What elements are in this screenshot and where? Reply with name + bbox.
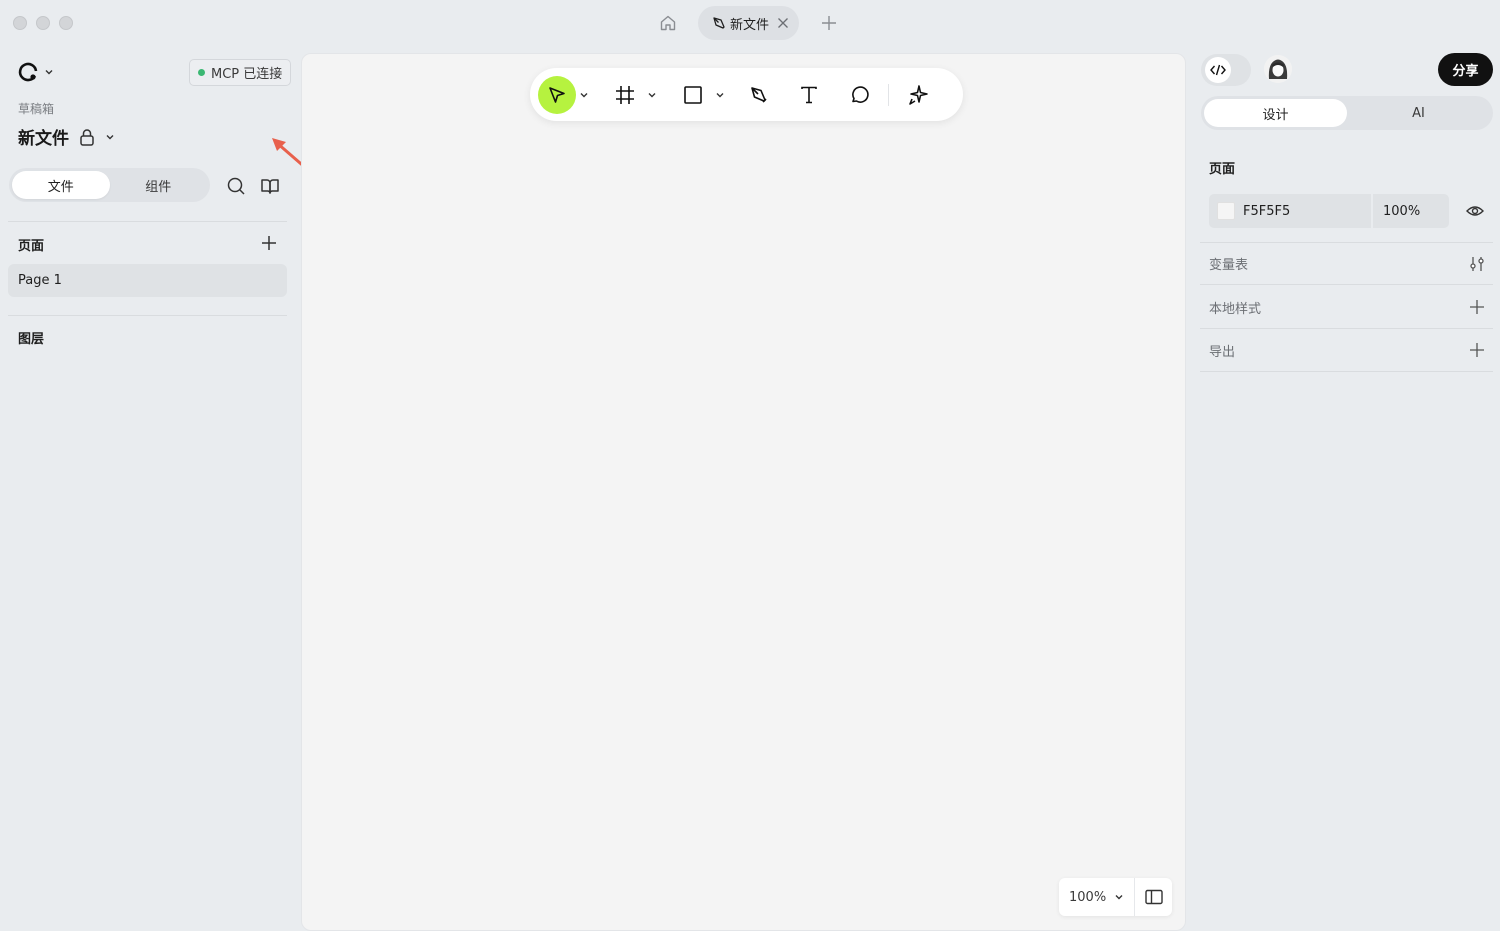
divider	[8, 221, 287, 222]
comment-tool[interactable]	[840, 76, 878, 114]
new-tab-button[interactable]	[813, 7, 845, 39]
move-tool[interactable]	[538, 75, 592, 114]
text-tool-button[interactable]	[790, 76, 828, 114]
text-tool[interactable]	[790, 76, 828, 114]
frame-tool-options[interactable]	[644, 90, 660, 100]
page-section-title: 页面	[1209, 162, 1236, 177]
mcp-status-label: MCP 已连接	[211, 67, 283, 82]
plus-icon	[260, 234, 278, 252]
move-tool-options[interactable]	[576, 90, 592, 100]
left-tool-icons	[226, 176, 280, 196]
tab-bar: 新文件	[652, 6, 845, 40]
share-button[interactable]: 分享	[1438, 53, 1493, 86]
background-color-field: F5F5F5 100%	[1209, 194, 1449, 228]
add-page-button[interactable]	[260, 234, 278, 252]
app-menu-button[interactable]	[16, 60, 54, 84]
sparkle-icon	[907, 84, 929, 106]
chevron-down-icon	[579, 90, 589, 100]
mcp-status-badge[interactable]: MCP 已连接	[189, 59, 292, 86]
variables-row[interactable]: 变量表	[1200, 242, 1493, 285]
comment-tool-button[interactable]	[840, 76, 878, 114]
panel-toggle-button[interactable]	[1135, 889, 1172, 905]
tab-design[interactable]: 设计	[1204, 99, 1347, 127]
home-icon	[659, 14, 677, 32]
tab-new-file[interactable]: 新文件	[698, 6, 800, 40]
layers-title: 图层	[18, 332, 45, 347]
move-tool-button[interactable]	[538, 75, 576, 114]
shape-tool[interactable]	[674, 76, 728, 114]
right-panel: 分享 设计 AI 页面 F5F5F5 100% 变量表 本地样式 导出	[1186, 52, 1500, 931]
chevron-down-icon	[715, 90, 725, 100]
book-icon[interactable]	[260, 176, 280, 196]
ai-tool[interactable]	[899, 76, 937, 114]
chevron-down-icon	[1114, 892, 1124, 902]
zoom-dropdown[interactable]: 100%	[1059, 878, 1136, 916]
minimize-window-button[interactable]	[36, 16, 50, 30]
frame-tool-button[interactable]	[606, 76, 644, 114]
plus-icon[interactable]	[1469, 342, 1485, 358]
dev-mode-toggle[interactable]	[1201, 54, 1251, 86]
pen-icon	[712, 16, 726, 30]
app-logo-icon	[16, 60, 40, 84]
comment-icon	[849, 85, 869, 105]
close-window-button[interactable]	[13, 16, 27, 30]
zoom-value: 100%	[1069, 889, 1107, 905]
pen-icon	[749, 85, 769, 105]
divider	[8, 315, 287, 316]
window-controls	[13, 16, 73, 30]
tab-files[interactable]: 文件	[12, 171, 110, 199]
design-canvas[interactable]: 100%	[301, 53, 1186, 931]
search-icon[interactable]	[226, 176, 246, 196]
chevron-down-icon	[44, 67, 54, 77]
chevron-down-icon[interactable]	[105, 132, 115, 142]
zoom-controls: 100%	[1059, 878, 1172, 916]
plus-icon	[821, 15, 837, 31]
frame-icon	[615, 85, 635, 105]
shape-tool-options[interactable]	[712, 90, 728, 100]
eye-icon	[1466, 203, 1484, 219]
rectangle-icon	[683, 85, 703, 105]
file-title-row: 新文件	[18, 124, 115, 149]
tool-bar	[530, 68, 963, 121]
visibility-toggle[interactable]	[1466, 203, 1484, 219]
file-name[interactable]: 新文件	[18, 124, 69, 149]
status-dot-icon	[198, 69, 205, 76]
rectangle-tool-button[interactable]	[674, 76, 712, 114]
sliders-icon[interactable]	[1469, 256, 1485, 272]
plus-icon[interactable]	[1469, 299, 1485, 315]
opacity-input[interactable]: 100%	[1373, 204, 1420, 219]
export-label: 导出	[1209, 344, 1236, 360]
tab-label: 新文件	[730, 17, 770, 33]
code-icon	[1205, 57, 1231, 83]
export-row[interactable]: 导出	[1200, 329, 1493, 372]
color-swatch[interactable]	[1217, 202, 1235, 220]
left-sidebar: MCP 已连接 草稿箱 新文件 文件 组件 页面 Page 1 图层	[0, 52, 317, 931]
page-item-page-1[interactable]: Page 1	[8, 264, 287, 297]
cursor-arrow-icon	[547, 85, 567, 105]
right-segment-control: 设计 AI	[1201, 96, 1493, 130]
close-tab-icon[interactable]	[777, 17, 789, 29]
ai-tool-button[interactable]	[899, 76, 937, 114]
avatar[interactable]	[1264, 55, 1292, 83]
home-button[interactable]	[652, 7, 684, 39]
variables-label: 变量表	[1209, 258, 1249, 273]
pen-tool[interactable]	[740, 76, 778, 114]
left-segment-control: 文件 组件	[9, 168, 210, 202]
sidebar-panel-icon	[1144, 889, 1163, 905]
tab-components[interactable]: 组件	[110, 171, 208, 199]
chevron-down-icon	[647, 90, 657, 100]
local-styles-label: 本地样式	[1209, 301, 1262, 317]
text-icon	[799, 85, 819, 105]
pages-title: 页面	[18, 239, 45, 254]
color-hex-input[interactable]: F5F5F5	[1243, 204, 1371, 219]
zoom-window-button[interactable]	[59, 16, 73, 30]
folder-label[interactable]: 草稿箱	[18, 100, 54, 117]
toolbar-divider	[888, 83, 889, 106]
pen-tool-button[interactable]	[740, 76, 778, 114]
lock-icon[interactable]	[79, 128, 95, 146]
frame-tool[interactable]	[606, 76, 660, 114]
local-styles-row[interactable]: 本地样式	[1200, 286, 1493, 329]
tab-ai[interactable]: AI	[1347, 99, 1490, 127]
